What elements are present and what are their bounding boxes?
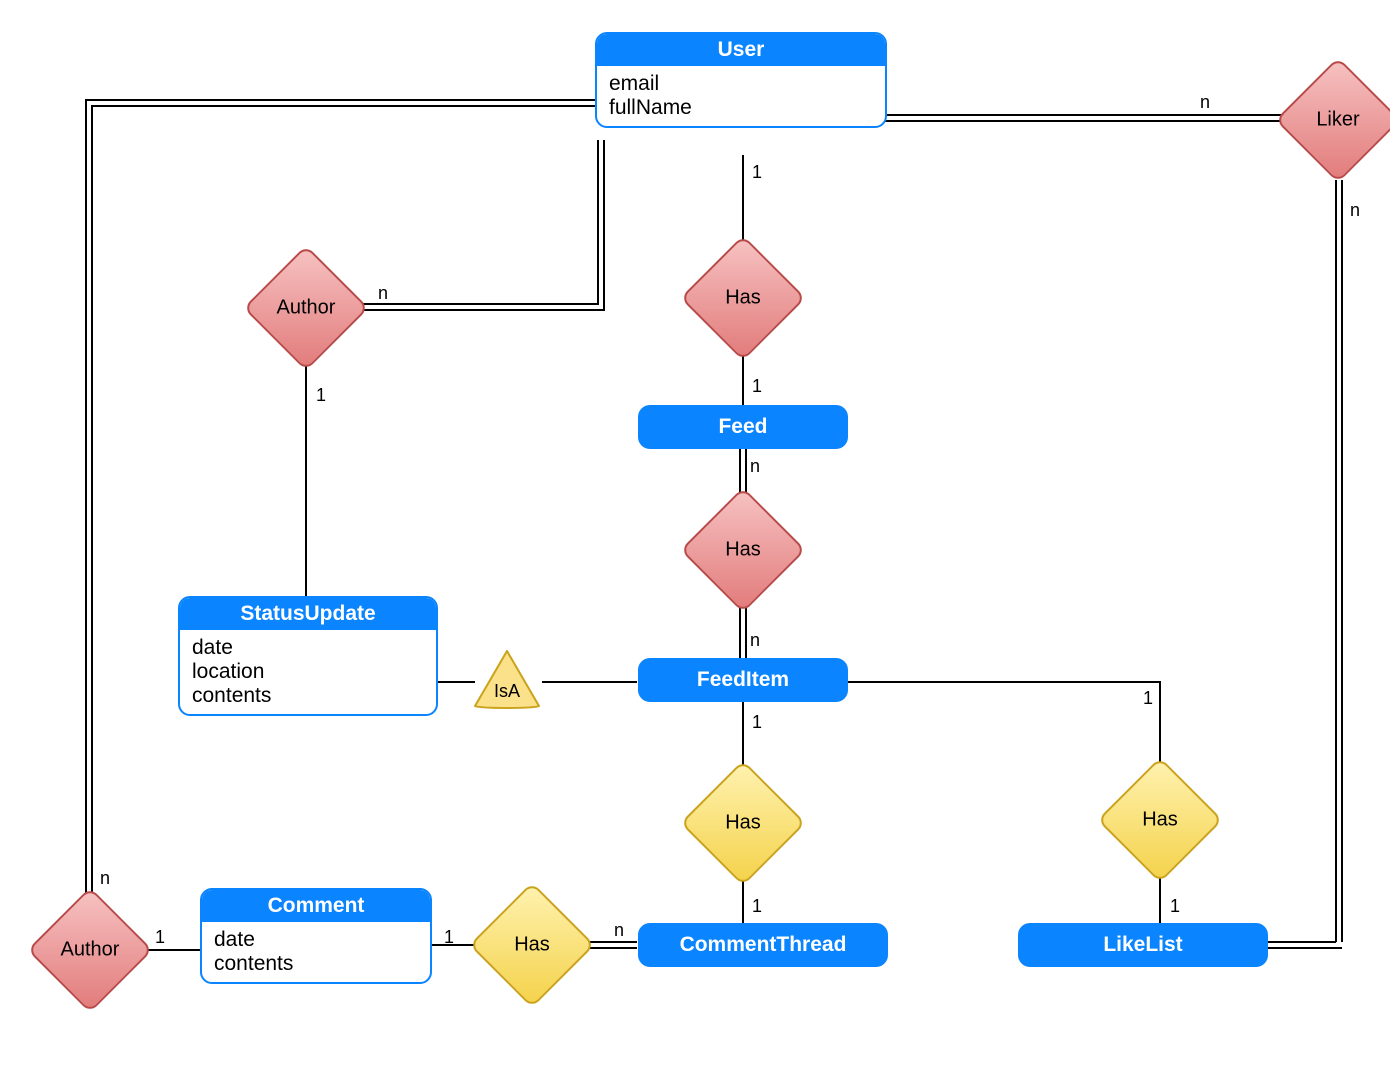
rel-liker: Liker (1278, 60, 1390, 180)
rel-label: IsA (472, 681, 542, 702)
cardinality: 1 (316, 385, 326, 406)
cardinality: 1 (155, 927, 165, 948)
cardinality: 1 (752, 162, 762, 183)
rel-has-feed-item: Has (683, 490, 803, 610)
rel-has-item-thread: Has (683, 763, 803, 883)
cardinality: 1 (1170, 896, 1180, 917)
rel-label: Author (30, 939, 150, 962)
attr: date (192, 636, 424, 660)
cardinality: 1 (752, 896, 762, 917)
entity-attrs: email fullName (597, 66, 885, 126)
er-diagram: User email fullName StatusUpdate date lo… (0, 0, 1390, 1070)
rel-label: Liker (1278, 109, 1390, 132)
entity-like-list: LikeList (1018, 923, 1268, 967)
entity-comment-thread: CommentThread (638, 923, 888, 967)
entity-title: StatusUpdate (180, 598, 436, 630)
cardinality: n (750, 456, 760, 477)
rel-has-user-feed: Has (683, 238, 803, 358)
rel-label: Author (246, 297, 366, 320)
rel-label: Has (683, 812, 803, 835)
entity-attrs: date location contents (180, 630, 436, 714)
entity-feed: Feed (638, 405, 848, 449)
cardinality: 1 (1143, 688, 1153, 709)
rel-has-item-like: Has (1100, 760, 1220, 880)
attr: fullName (609, 96, 873, 120)
cardinality: 1 (752, 376, 762, 397)
cardinality: 1 (752, 712, 762, 733)
cardinality: n (1350, 200, 1360, 221)
cardinality: n (750, 630, 760, 651)
cardinality: n (100, 868, 110, 889)
rel-has-thread-comment: Has (472, 885, 592, 1005)
entity-title: User (597, 34, 885, 66)
entity-status-update: StatusUpdate date location contents (178, 596, 438, 716)
attr: email (609, 72, 873, 96)
rel-label: Has (683, 287, 803, 310)
cardinality: 1 (444, 927, 454, 948)
attr: contents (192, 684, 424, 708)
rel-label: Has (1100, 809, 1220, 832)
attr: contents (214, 952, 418, 976)
rel-label: Has (472, 934, 592, 957)
entity-user: User email fullName (595, 32, 887, 128)
entity-feed-item: FeedItem (638, 658, 848, 702)
cardinality: n (1200, 92, 1210, 113)
cardinality: n (614, 920, 624, 941)
cardinality: n (378, 283, 388, 304)
entity-comment: Comment date contents (200, 888, 432, 984)
attr: location (192, 660, 424, 684)
rel-author-comment: Author (30, 890, 150, 1010)
attr: date (214, 928, 418, 952)
rel-author-status: Author (246, 248, 366, 368)
rel-isa: IsA (472, 648, 542, 710)
entity-attrs: date contents (202, 922, 430, 982)
entity-title: Comment (202, 890, 430, 922)
rel-label: Has (683, 539, 803, 562)
